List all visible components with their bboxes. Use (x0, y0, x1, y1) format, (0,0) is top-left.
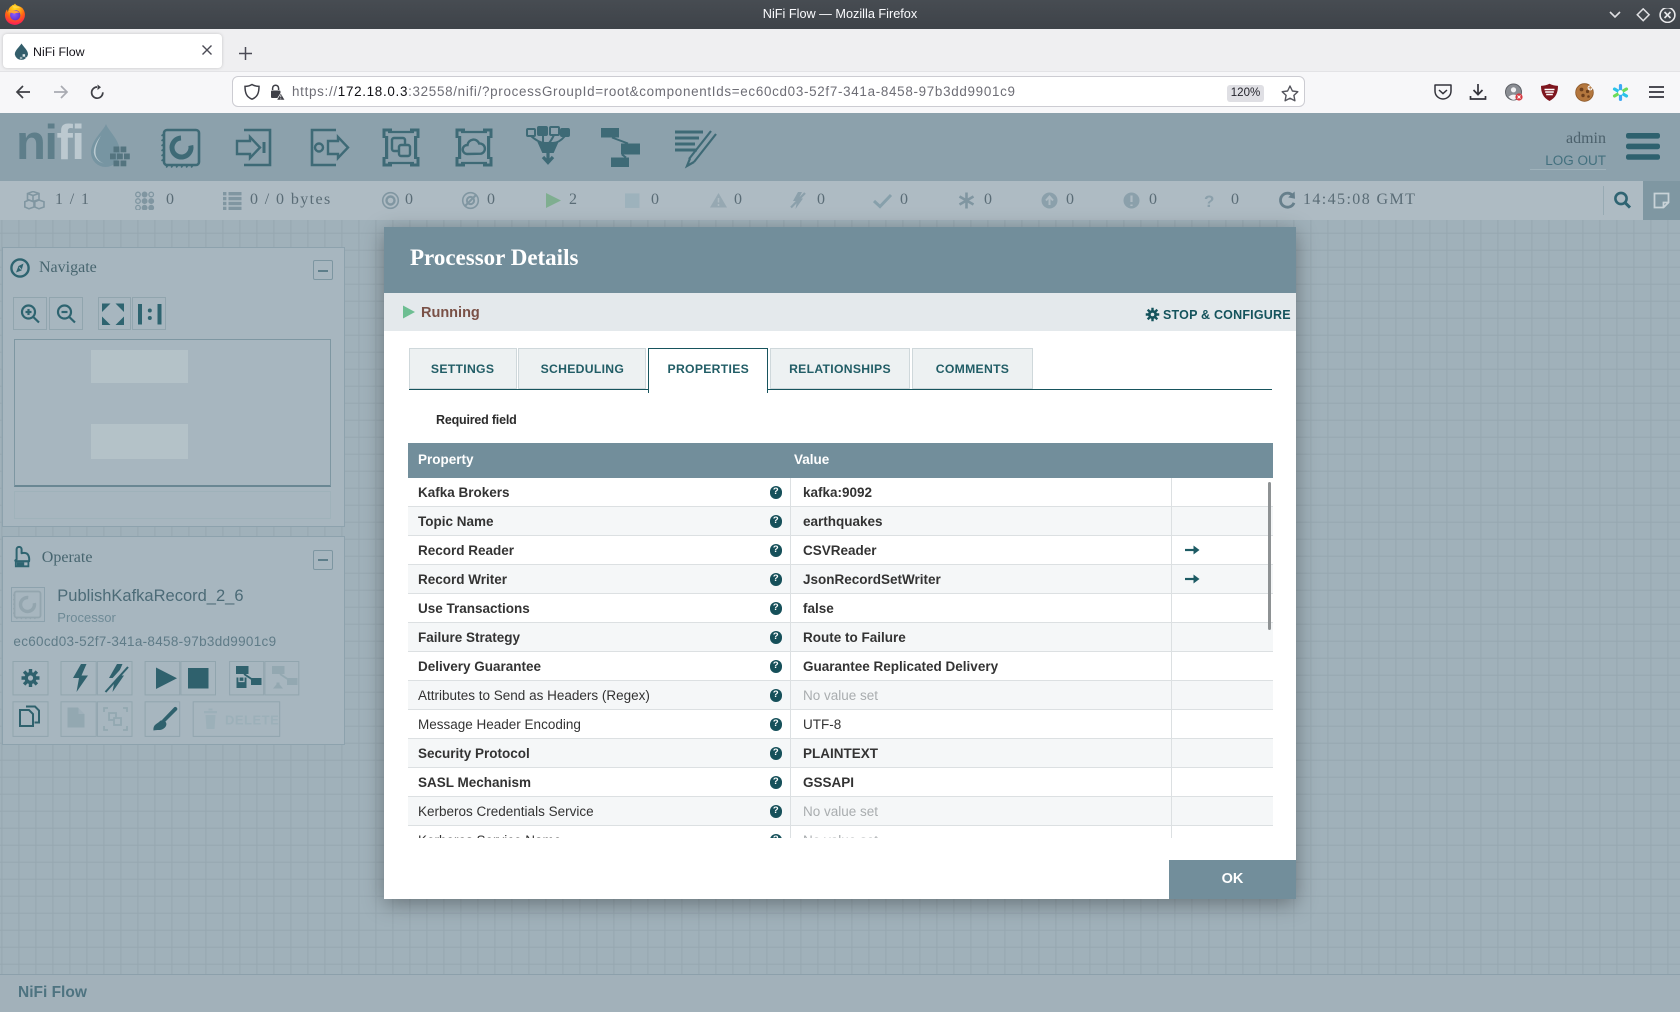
svg-text:?: ? (1204, 192, 1214, 210)
svg-text:DELETE: DELETE (225, 712, 279, 727)
